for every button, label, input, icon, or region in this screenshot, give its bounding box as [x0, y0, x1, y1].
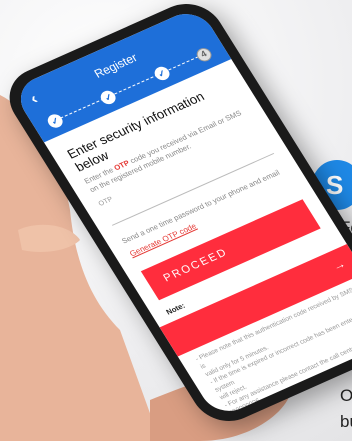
arrow-right-icon: →: [329, 256, 349, 274]
phone-frame: ‹ Register ✓ ✓ ✓ 4 Enter security inform…: [0, 0, 352, 432]
step-3-check-icon: ✓: [151, 64, 173, 83]
step-1-check-icon: ✓: [45, 112, 66, 130]
step-4-indicator: 4: [193, 45, 215, 64]
step-2-check-icon: ✓: [98, 88, 119, 107]
phone-mockup: ‹ Register ✓ ✓ ✓ 4 Enter security inform…: [0, 0, 352, 440]
phone-screen: ‹ Register ✓ ✓ ✓ 4 Enter security inform…: [10, 5, 352, 420]
